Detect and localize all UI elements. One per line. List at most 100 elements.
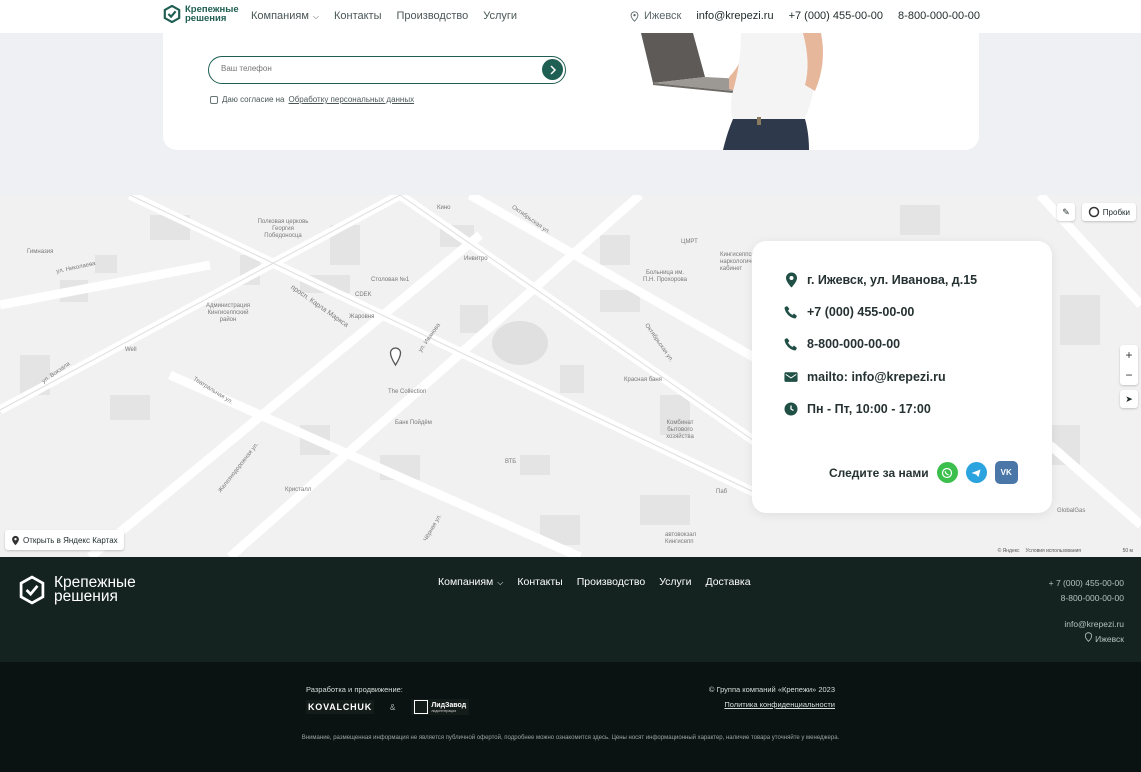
- location-pin-icon: [784, 272, 798, 287]
- ruler-button[interactable]: ✎: [1057, 203, 1075, 221]
- footer-city-label: Ижевск: [1095, 634, 1124, 644]
- phone-free-row[interactable]: 8-800-000-00-00: [784, 336, 900, 351]
- map-label: Больница им. П.Н. Прохорова: [643, 270, 687, 283]
- footer-nav-companies[interactable]: Компаниям ⌵: [438, 576, 503, 588]
- consent-row: Даю согласие на Обработку персональных д…: [210, 95, 414, 104]
- city-selector[interactable]: Ижевск: [630, 10, 681, 22]
- developer-logos: KOVALCHUK & ЛидЗавод лидогенерация: [306, 699, 470, 715]
- map-label: Паб: [716, 489, 728, 495]
- footer-bottom: Разработка и продвижение: KOVALCHUK & Ли…: [0, 662, 1141, 772]
- map-label: Кино: [437, 205, 451, 211]
- nav-item-companies[interactable]: Компаниям ⌵: [251, 10, 319, 22]
- header-phone[interactable]: +7 (000) 455-00-00: [789, 10, 883, 22]
- lidzavod-sub: лидогенерация: [431, 708, 457, 713]
- map-label: ЦМРТ: [681, 239, 698, 245]
- ampersand: &: [390, 702, 396, 712]
- phone-text: +7 (000) 455-00-00: [807, 304, 915, 319]
- hours-row: Пн - Пт, 10:00 - 17:00: [784, 401, 931, 416]
- map-label: Well: [125, 347, 137, 353]
- footer-nav-contacts[interactable]: Контакты: [517, 576, 562, 588]
- nav-item-production[interactable]: Производство: [397, 10, 469, 22]
- footer-nav-services[interactable]: Услуги: [659, 576, 691, 588]
- footer-city: Ижевск: [1049, 632, 1124, 647]
- consent-checkbox[interactable]: [210, 95, 218, 104]
- zoom-out-button[interactable]: −: [1120, 365, 1138, 385]
- logo-icon: [19, 575, 45, 605]
- header-phone-free[interactable]: 8-800-000-00-00: [898, 10, 980, 22]
- map-label: Гимназия: [27, 249, 54, 255]
- map-label: ВТБ: [505, 459, 517, 465]
- woman-with-laptop-image: [641, 33, 823, 150]
- phone-free-text: 8-800-000-00-00: [807, 336, 901, 351]
- open-yandex-label: Открыть в Яндекс Картах: [23, 535, 118, 545]
- phone-field[interactable]: [208, 56, 566, 84]
- vk-icon[interactable]: VK: [994, 461, 1018, 484]
- map-pin-icon[interactable]: [389, 347, 402, 367]
- header-email[interactable]: info@krepezi.ru: [696, 10, 773, 22]
- footer-logo-text: Крепежные решения: [54, 574, 136, 605]
- kovalchuk-logo[interactable]: KOVALCHUK: [306, 700, 375, 714]
- map-label: автовокзал Кингисепп: [665, 532, 697, 545]
- footer-email[interactable]: info@krepezi.ru: [1049, 617, 1124, 632]
- consent-text: Даю согласие на: [222, 95, 285, 104]
- map-label: Красная баня: [624, 377, 662, 383]
- ruler-icon: ✎: [1062, 207, 1070, 217]
- social-row: Следите за нами VK: [829, 461, 1018, 484]
- map-label: Комбинат бытового хозяйства: [666, 420, 694, 440]
- nav-item-services[interactable]: Услуги: [483, 10, 517, 22]
- footer-nav-delivery[interactable]: Доставка: [705, 576, 750, 588]
- map-label: Банк Пойдём: [395, 420, 432, 426]
- logo[interactable]: Крепежные решения: [163, 5, 265, 23]
- email-text: mailto: info@krepezi.ru: [807, 369, 946, 384]
- site-header: Крепежные решения Компаниям ⌵ Контакты Пр…: [0, 0, 1141, 33]
- footer-nav-production[interactable]: Производство: [577, 576, 645, 588]
- geolocation-button[interactable]: ➤: [1120, 390, 1138, 408]
- logo-icon: [163, 5, 181, 23]
- submit-button[interactable]: [542, 59, 563, 80]
- consent-link[interactable]: Обработку персональных данных: [289, 95, 415, 104]
- contacts-card: г. Ижевск, ул. Иванова, д.15 +7 (000) 45…: [752, 241, 1052, 513]
- clock-icon: [784, 401, 798, 416]
- email-row[interactable]: mailto: info@krepezi.ru: [784, 369, 946, 384]
- phone-input[interactable]: [221, 64, 521, 73]
- zoom-in-button[interactable]: +: [1120, 345, 1138, 365]
- nav-item-contacts[interactable]: Контакты: [334, 10, 382, 22]
- address-row: г. Ижевск, ул. Иванова, д.15: [784, 272, 977, 287]
- chevron-down-icon: ⌵: [497, 578, 504, 587]
- header-contacts: Ижевск info@krepezi.ru +7 (000) 455-00-0…: [630, 10, 980, 22]
- mail-icon: [784, 369, 798, 384]
- copyright: © Группа компаний «Крепежи» 2023: [708, 685, 835, 694]
- privacy-policy-link[interactable]: Политика конфиденциальности: [724, 700, 835, 709]
- city-label: Ижевск: [643, 10, 682, 22]
- terms-link[interactable]: Условия использования: [1026, 548, 1082, 554]
- lidzavod-text: ЛидЗавод: [431, 701, 467, 709]
- lidzavod-logo[interactable]: ЛидЗавод лидогенерация: [411, 699, 470, 715]
- yandex-copyright[interactable]: © Яндекс: [998, 548, 1020, 554]
- map[interactable]: Гимназия ул. Николаева Полковая церковь …: [0, 195, 1141, 557]
- lidzavod-icon: [414, 700, 429, 714]
- nav-label: Компаниям: [251, 10, 309, 22]
- map-label: Администрация Кингисеппский район: [205, 303, 251, 323]
- footer-logo[interactable]: Крепежные решения: [18, 575, 184, 605]
- navigation-arrow-icon: ➤: [1125, 394, 1133, 404]
- main-nav: Компаниям ⌵ Контакты Производство Услуги: [251, 10, 517, 22]
- phone-icon: [784, 336, 798, 351]
- whatsapp-icon[interactable]: [936, 462, 958, 483]
- map-label: The Collection: [388, 389, 427, 395]
- map-label: Инвитро: [464, 256, 488, 262]
- hours-text: Пн - Пт, 10:00 - 17:00: [807, 401, 931, 416]
- open-yandex-maps-button[interactable]: Открыть в Яндекс Картах: [5, 530, 124, 550]
- lidzavod-text-group: ЛидЗавод лидогенерация: [431, 702, 466, 713]
- arrow-right-icon: [549, 64, 556, 75]
- footer-phone[interactable]: + 7 (000) 455-00-00: [1049, 576, 1124, 591]
- zoom-control: + −: [1120, 345, 1138, 385]
- map-label: Жаровня: [349, 314, 375, 320]
- map-label: Столовая №1: [371, 277, 410, 283]
- telegram-icon[interactable]: [965, 462, 987, 483]
- phone-icon: [784, 304, 798, 319]
- follow-label: Следите за нами: [829, 465, 929, 480]
- location-pin-icon: [630, 10, 639, 22]
- phone-row[interactable]: +7 (000) 455-00-00: [784, 304, 914, 319]
- footer-phone-free[interactable]: 8-800-000-00-00: [1049, 591, 1124, 606]
- traffic-button[interactable]: Пробки: [1081, 203, 1136, 221]
